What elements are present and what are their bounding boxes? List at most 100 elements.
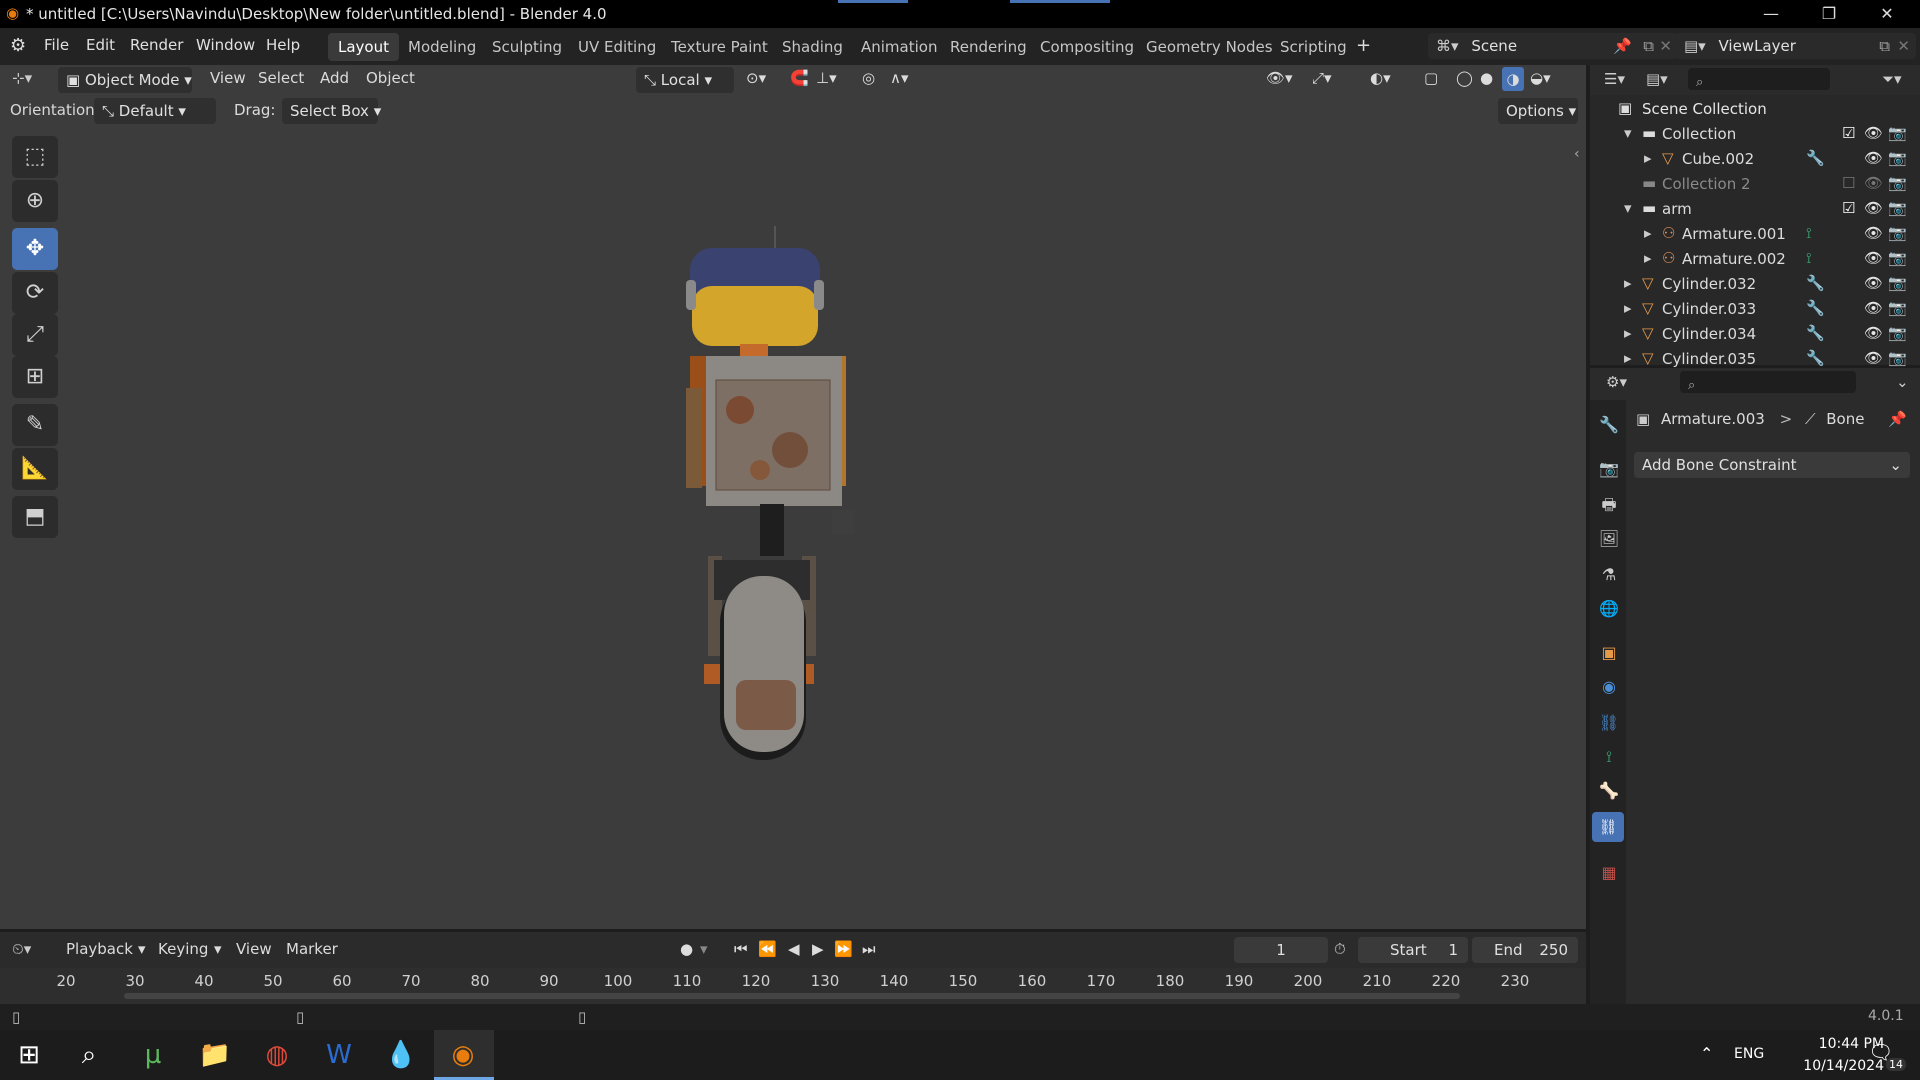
outliner-row[interactable]: ▸ ⚇ Armature.001 ⟟ 👁 📷 <box>1590 222 1920 247</box>
outliner-root[interactable]: ▣ Scene Collection <box>1590 97 1920 122</box>
eye-icon[interactable]: 👁 <box>1864 124 1883 142</box>
blender-taskbar-icon[interactable]: ◉ <box>438 1034 488 1076</box>
tab-sculpting[interactable]: Sculpting <box>482 33 572 61</box>
render-camera-icon[interactable]: 📷 <box>1888 149 1907 167</box>
transform-orientation-dropdown[interactable]: ⤡ Local ▾ <box>636 67 734 93</box>
new-viewlayer-icon[interactable]: ⧉ <box>1879 37 1890 55</box>
timeline-menu-keying[interactable]: Keying <box>158 940 208 958</box>
viewport-menu-add[interactable]: Add <box>320 69 349 87</box>
menu-file[interactable]: File <box>44 36 69 54</box>
robot-model[interactable] <box>620 220 870 780</box>
expand-toggle-icon[interactable]: ▸ <box>1644 249 1652 267</box>
tab-modeling[interactable]: Modeling <box>398 33 486 61</box>
texture-tab-icon[interactable]: ▦ <box>1598 862 1620 884</box>
timeline-scrollbar[interactable] <box>124 993 1460 999</box>
add-workspace-button[interactable]: + <box>1356 35 1371 56</box>
checkbox-icon[interactable]: ☑ <box>1842 124 1855 142</box>
measure-tool-icon[interactable]: 📐 <box>12 448 58 490</box>
expand-toggle-icon[interactable]: ▸ <box>1624 349 1632 367</box>
eye-icon[interactable]: 👁 <box>1864 349 1883 367</box>
solid-shading-icon[interactable]: ● <box>1480 69 1493 87</box>
add-cube-tool-icon[interactable]: ⬒ <box>12 496 58 538</box>
pivot-icon[interactable]: ⊙▾ <box>746 69 766 87</box>
eye-icon[interactable]: 👁 <box>1864 299 1883 317</box>
properties-editor-type-icon[interactable]: ⚙▾ <box>1606 373 1627 391</box>
drag-dropdown[interactable]: Select Box ▾ <box>282 98 381 124</box>
menu-edit[interactable]: Edit <box>86 36 115 54</box>
checkbox-icon[interactable]: ☐ <box>1842 174 1855 192</box>
add-bone-constraint-dropdown[interactable]: Add Bone Constraint ⌄ <box>1634 452 1910 478</box>
scene-selector[interactable]: ⌘▾ Scene 📌 ⧉ ✕ <box>1428 33 1678 59</box>
tab-uv-editing[interactable]: UV Editing <box>568 33 666 61</box>
eye-icon[interactable]: 👁 <box>1864 324 1883 342</box>
xray-icon[interactable]: ▢ <box>1424 69 1438 87</box>
new-scene-icon[interactable]: ⧉ <box>1643 37 1654 55</box>
outliner-row[interactable]: ▸ ▽ Cylinder.032 🔧 👁 📷 <box>1590 272 1920 297</box>
word-icon[interactable]: W <box>314 1034 364 1076</box>
stopwatch-icon[interactable]: ⏱ <box>1334 940 1346 958</box>
eye-icon[interactable]: 👁 <box>1864 274 1883 292</box>
object-tab-icon[interactable]: ▣ <box>1598 642 1620 664</box>
menu-help[interactable]: Help <box>266 36 300 54</box>
start-frame-field[interactable]: Start 1 <box>1358 937 1468 963</box>
tab-texture-paint[interactable]: Texture Paint <box>661 33 778 61</box>
outliner-row[interactable]: ▸ ▽ Cylinder.035 🔧 👁 📷 <box>1590 347 1920 367</box>
minimize-button[interactable]: — <box>1742 0 1800 28</box>
material-shading-icon[interactable]: ◑ <box>1502 67 1524 91</box>
scale-tool-icon[interactable]: ⤢ <box>12 314 58 356</box>
falloff-icon[interactable]: ∧▾ <box>890 69 909 87</box>
close-button[interactable]: ✕ <box>1858 0 1916 28</box>
viewlayer-selector[interactable]: ▤▾ ViewLayer ⧉ ✕ <box>1676 33 1916 59</box>
menu-window[interactable]: Window <box>196 36 255 54</box>
render-camera-icon[interactable]: 📷 <box>1888 249 1907 267</box>
next-keyframe-icon[interactable]: ⏩ <box>834 940 853 958</box>
expand-toggle-icon[interactable]: ▸ <box>1624 274 1632 292</box>
properties-options-icon[interactable]: ⌄ <box>1896 373 1909 391</box>
expand-toggle-icon[interactable]: ▸ <box>1644 224 1652 242</box>
bone-tab-icon[interactable]: 🦴 <box>1598 780 1620 802</box>
render-camera-icon[interactable]: 📷 <box>1888 199 1907 217</box>
scene-tab-icon[interactable]: ⚗ <box>1598 564 1620 586</box>
tab-rendering[interactable]: Rendering <box>940 33 1037 61</box>
bone-constraints-tab-icon[interactable]: ⛓ <box>1592 812 1624 842</box>
cursor-tool-icon[interactable]: ⊕ <box>12 180 58 222</box>
play-reverse-icon[interactable]: ◀ <box>788 940 800 958</box>
tab-scripting[interactable]: Scripting <box>1270 33 1357 61</box>
outliner-row[interactable]: ▸ ▽ Cube.002 🔧 👁 📷 <box>1590 147 1920 172</box>
outliner-row[interactable]: ▬ Collection 2 ☐ 👁 📷 <box>1590 172 1920 197</box>
record-icon[interactable]: ● <box>680 940 693 958</box>
modifiers-tab-icon[interactable]: ◉ <box>1598 676 1620 698</box>
utorrent-icon[interactable]: µ <box>128 1034 178 1076</box>
remove-viewlayer-icon[interactable]: ✕ <box>1897 37 1910 55</box>
outliner-row[interactable]: ▸ ▽ Cylinder.033 🔧 👁 📷 <box>1590 297 1920 322</box>
outliner-row[interactable]: ▾ ▬ arm ☑ 👁 📷 <box>1590 197 1920 222</box>
menu-render[interactable]: Render <box>130 36 183 54</box>
overlay-icon[interactable]: ◐▾ <box>1370 69 1391 87</box>
options-dropdown[interactable]: Options ▾ <box>1498 98 1578 124</box>
expand-toggle-icon[interactable]: ▸ <box>1644 149 1652 167</box>
jump-start-icon[interactable]: ⏮ <box>734 940 748 958</box>
transform-tool-icon[interactable]: ⊞ <box>12 356 58 398</box>
sidebar-toggle-icon[interactable]: ‹ <box>1574 146 1580 162</box>
render-camera-icon[interactable]: 📷 <box>1888 124 1907 142</box>
outliner-row[interactable]: ▾ ▬ Collection ☑ 👁 📷 <box>1590 122 1920 147</box>
select-box-tool-icon[interactable]: ⬚ <box>12 136 58 178</box>
render-camera-icon[interactable]: 📷 <box>1888 224 1907 242</box>
chrome-icon[interactable]: ◍ <box>252 1034 302 1076</box>
tab-animation[interactable]: Animation <box>851 33 947 61</box>
armature-data-tab-icon[interactable]: ⟟ <box>1598 746 1620 768</box>
timeline-editor-type-icon[interactable]: ⏲▾ <box>12 940 31 958</box>
restore-button[interactable]: ❐ <box>1800 0 1858 28</box>
expand-toggle-icon[interactable]: ▸ <box>1624 324 1632 342</box>
eye-icon[interactable]: 👁 <box>1864 149 1883 167</box>
expand-toggle-icon[interactable]: ▸ <box>1624 299 1632 317</box>
filter-icon[interactable]: ⏷▾ <box>1882 70 1902 88</box>
gizmo-icon[interactable]: ⤢▾ <box>1312 69 1332 87</box>
pin-icon[interactable]: 📌 <box>1888 410 1907 428</box>
file-explorer-icon[interactable]: 📁 <box>190 1034 240 1076</box>
properties-search-input[interactable]: ⌕ <box>1680 371 1856 393</box>
windows-start-icon[interactable]: ⊞ <box>4 1034 54 1076</box>
pin-icon[interactable]: 📌 <box>1613 37 1632 55</box>
render-camera-icon[interactable]: 📷 <box>1888 299 1907 317</box>
proportional-edit-icon[interactable]: ◎ <box>862 69 875 87</box>
